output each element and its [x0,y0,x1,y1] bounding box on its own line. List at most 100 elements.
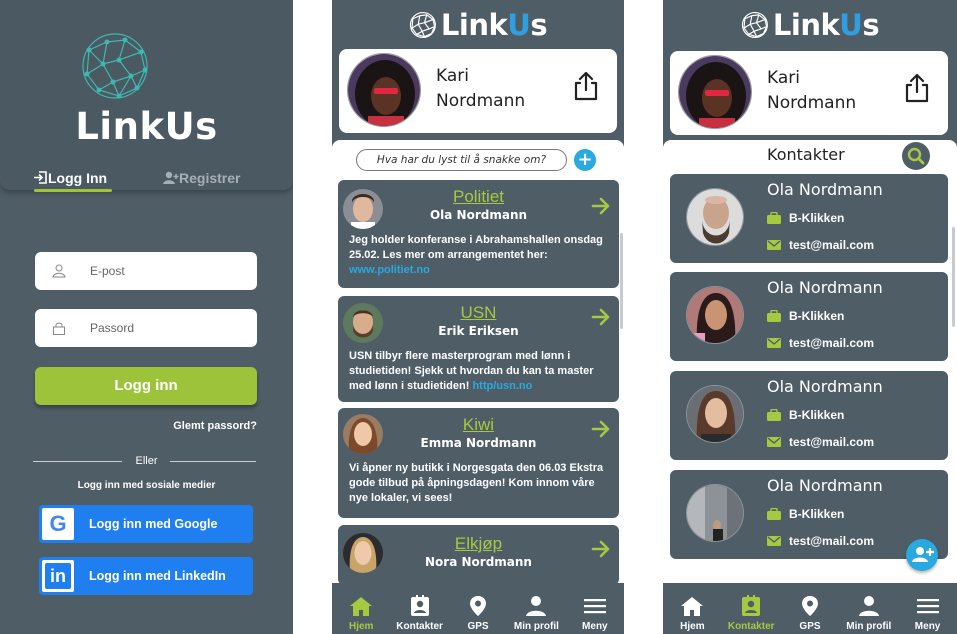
home-icon [680,595,704,617]
nav-gps[interactable]: GPS [449,583,507,634]
bottom-nav: Hjem Kontakter GPS Min profil Meny [663,583,957,634]
add-post-button[interactable]: + [574,149,596,171]
login-hero: LinkUs Logg Inn Registrer [0,0,293,192]
app-header: LinkUs [332,8,624,44]
contact-company: B-Klikken [767,507,844,521]
feed-post[interactable]: Politiet Ola Nordmann Jeg holder konfera… [338,180,619,288]
tab-register-label: Registrer [179,170,241,186]
nav-menu[interactable]: Meny [566,583,624,634]
email-field[interactable] [35,252,257,290]
nav-profile[interactable]: Min profil [507,583,565,634]
contacts-icon [408,595,432,617]
feed-post[interactable]: Kiwi Emma Nordmann Vi åpner ny butikk i … [338,408,619,518]
avatar [347,53,421,127]
brand-logo: LinkUs [409,8,548,42]
mail-icon [767,535,781,547]
bottom-nav: Hjem Kontakter GPS Min profil Meny [332,583,624,634]
post-org[interactable]: USN [338,303,619,323]
share-icon[interactable] [572,71,600,101]
page-title: Kontakter [767,145,845,164]
mail-icon [767,239,781,251]
menu-icon [583,595,607,617]
contact-email[interactable]: test@mail.com [767,435,874,449]
briefcase-icon [767,508,781,520]
linkedin-login-button[interactable]: in Logg inn med LinkedIn [39,557,253,595]
post-body: Vi åpner ny butikk i Norgesgata den 06.0… [349,462,604,504]
globe-logo-icon [741,11,769,39]
mail-icon [767,436,781,448]
contact-card[interactable]: Ola Nordmann B-Klikken test@mail.com [670,174,948,263]
lock-icon [53,322,65,335]
nav-contacts[interactable]: Kontakter [722,583,781,634]
post-org[interactable]: Politiet [338,187,619,207]
globe-logo-icon [409,11,437,39]
post-author: Nora Nordmann [425,555,532,569]
post-link[interactable]: www.politiet.no [349,264,430,276]
contact-company: B-Klikken [767,211,844,225]
contact-email[interactable]: test@mail.com [767,336,874,350]
map-pin-icon [466,595,490,617]
feed-post[interactable]: Elkjøp Nora Nordmann [338,525,619,585]
forgot-password-link[interactable]: Glemt passord? [173,420,257,432]
contact-avatar [686,484,744,542]
google-login-label: Logg inn med Google [89,517,218,531]
post-link[interactable]: http/usn.no [472,380,532,392]
profile-name: Kari Nordmann [436,66,526,111]
google-login-button[interactable]: G Logg inn med Google [39,505,253,543]
nav-menu[interactable]: Meny [898,583,957,634]
nav-home[interactable]: Hjem [663,583,722,634]
password-input[interactable] [90,309,250,347]
contact-card[interactable]: Ola Nordmann B-Klikken test@mail.com [670,272,948,361]
contact-card[interactable]: Ola Nordmann B-Klikken test@mail.com [670,371,948,460]
contact-email[interactable]: test@mail.com [767,238,874,252]
briefcase-icon [767,212,781,224]
contact-email[interactable]: test@mail.com [767,534,874,548]
arrow-right-icon[interactable] [591,308,611,326]
contact-name: Ola Nordmann [767,476,883,495]
nav-home[interactable]: Hjem [332,583,390,634]
nav-profile[interactable]: Min profil [839,583,898,634]
share-icon[interactable] [903,73,931,103]
profile-card[interactable]: Kari Nordmann [670,51,948,135]
arrow-right-icon[interactable] [591,420,611,438]
login-arrow-icon [34,171,47,184]
post-org[interactable]: Kiwi [338,415,619,435]
post-author: Ola Nordmann [429,208,528,222]
search-button[interactable] [902,142,930,170]
contact-avatar [686,385,744,443]
post-body: USN tilbyr flere masterprogram med lønn … [349,350,594,392]
contacts-screen: LinkUs Kari Nordmann Kontakter Ola Nordm… [663,0,957,634]
contacts-icon [739,595,763,617]
tab-login[interactable]: Logg Inn [34,170,112,192]
contact-name: Ola Nordmann [767,377,883,396]
mail-icon [767,337,781,349]
brand-logo-text: LinkUs [75,105,218,148]
login-screen: LinkUs Logg Inn Registrer E-post Logg in… [0,0,293,634]
social-login-caption: Logg inn med sosiale medier [77,480,216,491]
nav-gps[interactable]: GPS [781,583,840,634]
profile-card[interactable]: Kari Nordmann [339,49,617,133]
tab-login-label: Logg Inn [48,170,108,186]
email-input[interactable] [90,252,250,290]
avatar [678,55,752,129]
menu-icon [916,595,940,617]
tab-register[interactable]: Registrer [163,170,240,186]
add-contact-button[interactable] [906,539,938,571]
map-pin-icon [798,595,822,617]
person-icon [524,595,548,617]
app-header: LinkUs [663,8,957,44]
post-org[interactable]: Elkjøp [338,534,619,554]
compose-input[interactable]: Hva har du lyst til å snakke om? [356,149,567,171]
scrollbar[interactable] [620,233,623,329]
nav-contacts[interactable]: Kontakter [390,583,448,634]
login-button[interactable]: Logg inn [35,367,257,405]
password-field[interactable] [35,309,257,347]
google-icon-letter: G [49,511,67,536]
person-icon [857,595,881,617]
briefcase-icon [767,310,781,322]
arrow-right-icon[interactable] [591,197,611,215]
scrollbar[interactable] [952,227,955,327]
feed-post[interactable]: USN Erik Eriksen USN tilbyr flere master… [338,296,619,402]
tab-active-underline [34,189,112,192]
arrow-right-icon[interactable] [591,540,611,558]
